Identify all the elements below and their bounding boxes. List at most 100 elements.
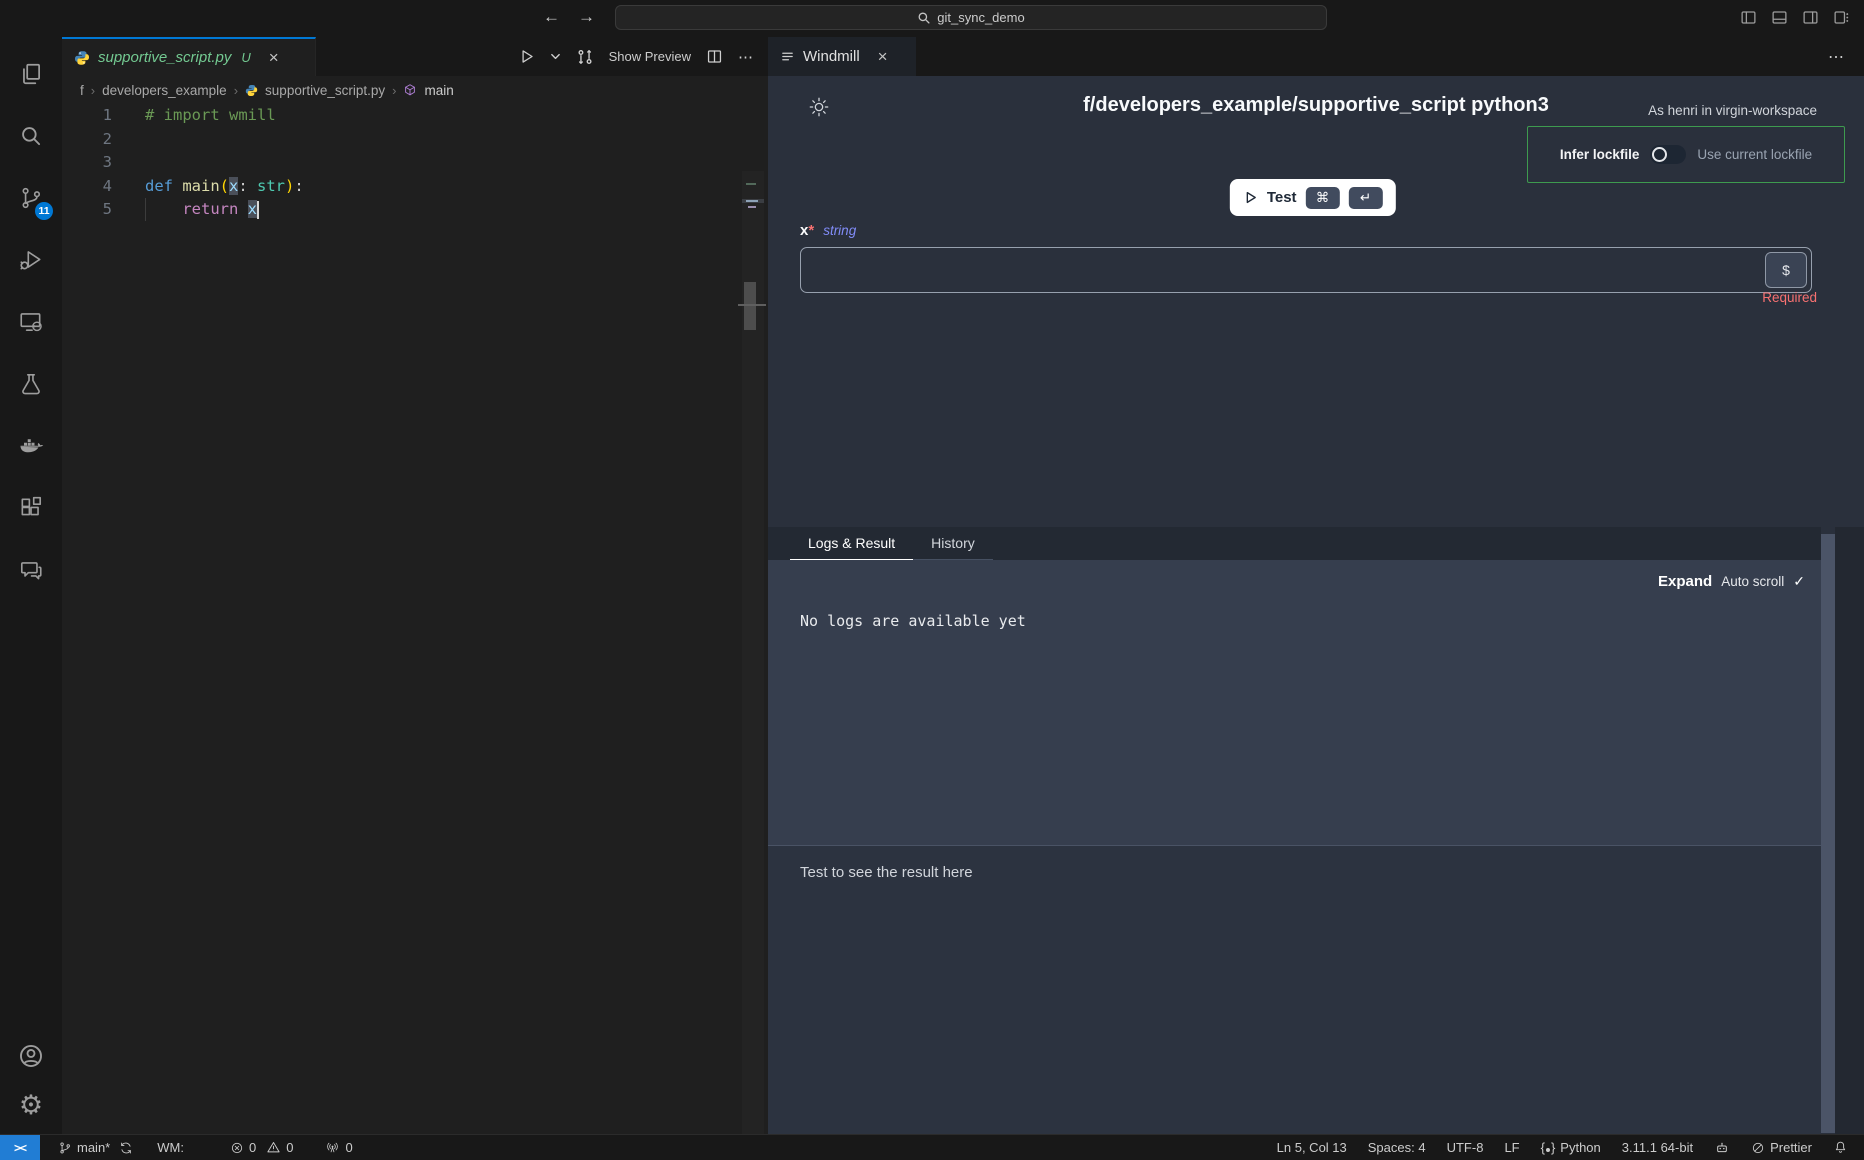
explorer-icon[interactable] [0,43,62,105]
formatter-status[interactable]: Prettier [1751,1140,1812,1155]
docker-icon[interactable] [0,415,62,477]
lockfile-toggle[interactable] [1650,145,1686,164]
toggle-sidebar-icon[interactable] [1740,9,1757,26]
insert-variable-button[interactable]: $ [1765,252,1807,288]
ports-count: 0 [345,1140,352,1155]
expand-button[interactable]: Expand [1658,573,1712,590]
vscode-window: ← → git_sync_demo [0,0,1864,1160]
tab-windmill[interactable]: Windmill × [768,37,916,76]
test-button-label: Test [1267,189,1297,206]
search-value: git_sync_demo [937,10,1024,25]
python-interpreter[interactable]: 3.11.1 64-bit [1622,1140,1693,1155]
eol-sequence[interactable]: LF [1504,1140,1519,1155]
language-label: Python [1560,1140,1600,1155]
feedback-robot-icon[interactable] [1714,1140,1730,1156]
line-number: 5 [62,198,112,222]
run-python-file-icon[interactable] [518,48,535,65]
code-token: str [257,177,285,195]
testing-icon[interactable] [0,353,62,415]
show-preview-button[interactable]: Show Preview [609,49,691,64]
code-token: : [294,177,303,195]
more-actions-icon[interactable]: ⋯ [738,48,754,66]
preview-list-icon [780,49,795,64]
forward-icon[interactable]: → [578,7,595,27]
breadcrumb: f › developers_example › supportive_scri… [62,76,768,104]
text-cursor [257,201,259,219]
play-icon [1243,190,1258,205]
search-icon [917,11,931,25]
chevron-right-icon: › [91,83,95,98]
language-mode[interactable]: {} Python [1541,1140,1601,1155]
back-icon[interactable]: ← [543,7,560,27]
editor-scrollbar[interactable] [744,282,756,330]
status-bar: >< main* WM: 0 0 [0,1134,1864,1160]
auto-scroll-label[interactable]: Auto scroll [1721,574,1784,589]
source-control-icon[interactable]: 11 [0,167,62,229]
scm-badge: 11 [35,202,53,220]
comments-icon[interactable] [0,539,62,601]
breadcrumb-file[interactable]: supportive_script.py [265,83,385,98]
notifications-bell-icon[interactable] [1833,1140,1848,1155]
breadcrumb-symbol[interactable]: main [424,83,453,98]
minimap-mark [746,200,758,202]
symbol-method-icon [403,83,417,97]
minimap[interactable] [742,171,764,1135]
run-debug-icon[interactable] [0,229,62,291]
title-bar: ← → git_sync_demo [0,0,1864,38]
line-number: 2 [62,128,112,152]
panel-tab-bar: Windmill × ⋯ [768,37,1864,76]
panel-scrollbar[interactable] [1821,534,1835,1133]
minimap-mark [748,206,756,208]
tab-history[interactable]: History [913,527,993,560]
toggle-knob [1652,147,1667,162]
split-editor-icon[interactable] [706,48,723,65]
problems-status[interactable]: 0 0 [230,1140,293,1155]
git-branch-icon [58,1141,72,1155]
python-icon [245,84,258,97]
sync-icon [119,1141,133,1155]
tab-close-icon[interactable]: × [269,49,279,66]
editor-tab-bar: supportive_script.py U × Show Preview ⋯ [62,37,768,76]
svg-text:><: >< [34,324,41,330]
code-line-2: 2 [62,128,768,152]
breadcrumb-root[interactable]: f [80,83,84,98]
tab-logs-result[interactable]: Logs & Result [790,527,913,560]
ports-status[interactable]: 0 [325,1140,352,1155]
search-view-icon[interactable] [0,105,62,167]
breadcrumb-folder[interactable]: developers_example [102,83,227,98]
wm-status[interactable]: WM: [157,1140,184,1155]
warning-count: 0 [286,1140,293,1155]
cursor-position[interactable]: Ln 5, Col 13 [1277,1140,1347,1155]
panel-tab-close-icon[interactable]: × [878,48,888,65]
tab-supportive-script[interactable]: supportive_script.py U × [62,37,316,76]
argument-label-row: x* string [800,222,856,239]
wm-label: WM: [157,1140,184,1155]
windmill-webview: f/developers_example/supportive_script p… [768,76,1864,1135]
git-branch-status[interactable]: main* [58,1140,133,1155]
error-icon [230,1141,244,1155]
workspace-context: As henri in virgin-workspace [1648,103,1817,118]
test-button[interactable]: Test ⌘ ↵ [1230,179,1396,216]
encoding[interactable]: UTF-8 [1447,1140,1484,1155]
open-changes-icon[interactable] [576,48,594,66]
remote-indicator[interactable]: >< [0,1135,40,1160]
code-token: ) [285,177,294,195]
code-token: def [145,177,182,195]
command-center-search[interactable]: git_sync_demo [615,5,1327,30]
customize-layout-icon[interactable] [1833,9,1850,26]
use-current-lockfile-label: Use current lockfile [1697,147,1812,162]
panel-more-actions-icon[interactable]: ⋯ [1828,47,1864,67]
remote-explorer-icon[interactable]: >< [0,291,62,353]
code-token: : [238,177,257,195]
toggle-panel-icon[interactable] [1771,9,1788,26]
chevron-right-icon: › [234,83,238,98]
code-editor[interactable]: 1 # import wmill 2 3 4 def main(x: str):… [62,104,768,1135]
extensions-icon[interactable] [0,477,62,539]
argument-x-input[interactable]: $ [800,247,1812,293]
toggle-secondary-sidebar-icon[interactable] [1802,9,1819,26]
indentation[interactable]: Spaces: 4 [1368,1140,1426,1155]
settings-gear-icon[interactable]: ⚙ [19,1092,43,1119]
run-dropdown-chevron-icon[interactable] [550,51,561,62]
panel-tab-label: Windmill [803,48,860,65]
account-icon[interactable] [17,1042,45,1070]
